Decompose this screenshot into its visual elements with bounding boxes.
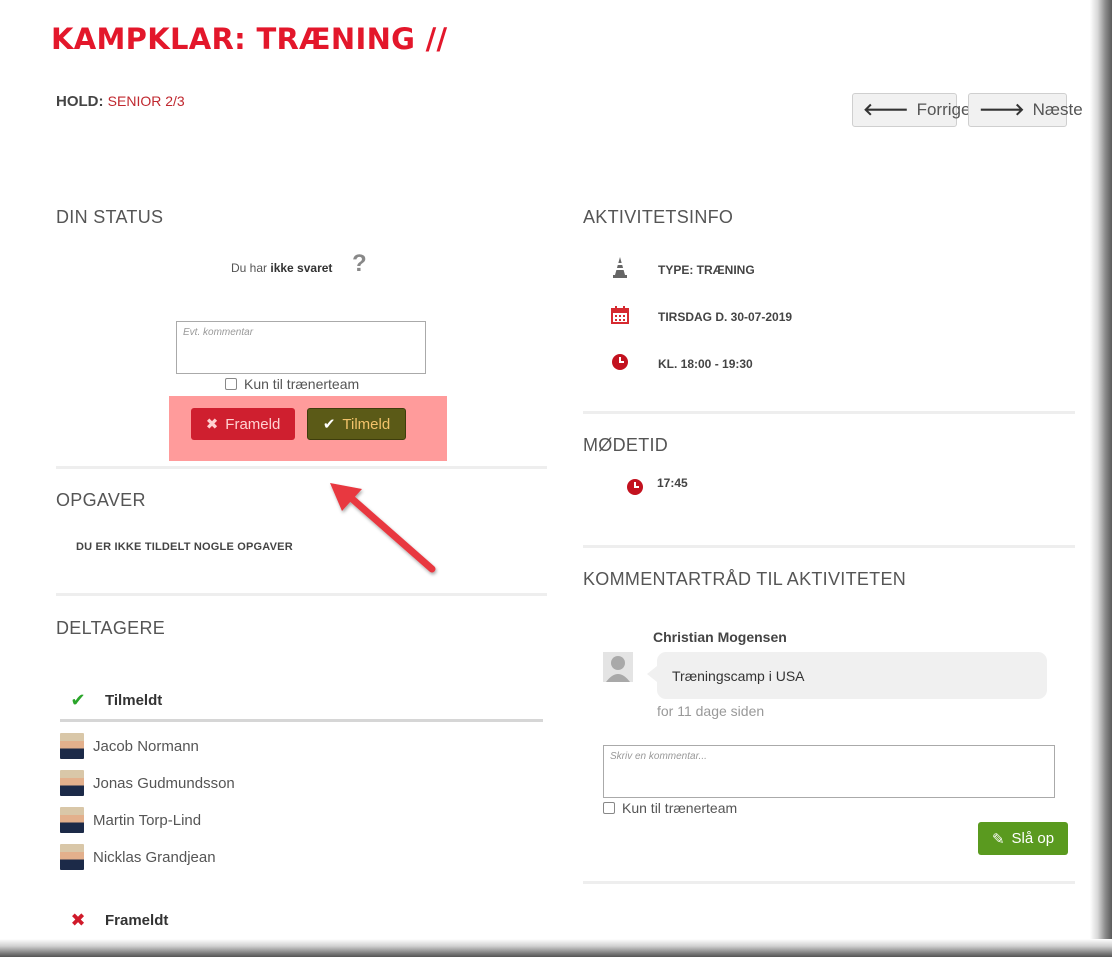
participants-heading: DELTAGERE [56,618,166,638]
avatar [60,844,84,870]
check-icon: ✔ [70,690,86,710]
list-item[interactable]: Nicklas Grandjean [60,844,216,870]
status-text-prefix: Du har [231,261,271,275]
accept-label: Tilmeld [342,415,391,433]
meeting-time: 17:45 [657,476,688,490]
team-info: HOLD: SENIOR 2/3 [56,93,185,110]
list-item[interactable]: Jacob Normann [60,733,199,759]
participant-name: Jacob Normann [93,737,199,755]
trainer-only-label: Kun til trænerteam [244,376,360,392]
group-divider [60,719,543,722]
team-value[interactable]: SENIOR 2/3 [108,93,185,109]
status-heading: DIN STATUS [56,207,164,227]
next-button[interactable]: 🡒 Næste [968,93,1083,127]
previous-label: Forrige [916,100,971,119]
divider [583,411,1075,414]
arrow-left-icon: 🡐 [863,100,909,119]
participant-name: Martin Torp-Lind [93,811,202,829]
tasks-heading: OPGAVER [56,490,146,510]
post-comment-button[interactable]: ✎ Slå op [978,822,1068,855]
accept-button[interactable]: ✔ Tilmeld [307,408,406,440]
checkmark-icon: ✔ [322,416,336,433]
next-label: Næste [1032,100,1083,119]
comment-message: Træningscamp i USA [672,667,805,684]
divider [583,545,1075,548]
avatar [60,770,84,796]
status-text: Du har ikke svaret [231,261,332,275]
accepted-group-header[interactable]: ✔ Tilmeldt [66,690,162,711]
trainer-only-checkbox[interactable] [225,378,237,390]
pencil-icon: ✎ [991,830,1005,848]
decline-button[interactable]: ✖ Frameld [191,408,295,440]
avatar [603,652,633,682]
new-comment-input[interactable]: Skriv en kommentar... [603,745,1055,798]
activity-date: TIRSDAG D. 30-07-2019 [658,310,793,324]
divider [583,881,1075,884]
window-shadow-bottom [0,939,1112,957]
comment-bubble: Træningscamp i USA [647,652,1047,699]
team-label: HOLD: [56,93,104,110]
participant-name: Nicklas Grandjean [93,848,216,866]
comment-author: Christian Mogensen [653,629,787,645]
window-shadow-right [1090,0,1112,957]
comment-trainer-only-row[interactable]: Kun til trænerteam [603,800,737,816]
clock-icon [612,354,628,370]
page-title: KAMPKLAR: TRÆNING // [51,22,448,56]
activity-time: KL. 18:00 - 19:30 [658,357,753,371]
activity-type: TYPE: TRÆNING [658,263,755,277]
tasks-text: DU ER IKKE TILDELT NOGLE OPGAVER [76,541,293,553]
cross-icon: ✖ [205,416,219,433]
comments-heading: KOMMENTARTRÅD TIL AKTIVITETEN [583,569,907,589]
trainer-only-checkbox-row[interactable]: Kun til trænerteam [225,376,359,392]
post-comment-label: Slå op [1011,830,1055,847]
participant-name: Jonas Gudmundsson [93,774,235,792]
comment-timestamp: for 11 dage siden [657,703,765,719]
avatar [60,733,84,759]
arrow-right-icon: 🡒 [979,100,1025,119]
cross-icon: ✖ [70,910,86,930]
question-icon[interactable]: ? [352,250,367,278]
status-text-bold: ikke svaret [270,261,333,275]
meeting-heading: MØDETID [583,435,669,455]
declined-group-header[interactable]: ✖ Frameldt [66,910,168,931]
accepted-group-label: Tilmeldt [105,692,163,709]
clock-icon [627,479,643,495]
divider [56,466,547,469]
list-item[interactable]: Jonas Gudmundsson [60,770,235,796]
comment-input[interactable]: Evt. kommentar [176,321,426,374]
annotation-arrow-icon [330,483,436,573]
avatar [60,807,84,833]
comment-trainer-only-checkbox[interactable] [603,802,615,814]
previous-button[interactable]: 🡐 Forrige [852,93,970,127]
user-silhouette-icon [603,652,633,682]
comment-trainer-only-label: Kun til trænerteam [622,800,738,816]
page: KAMPKLAR: TRÆNING // HOLD: SENIOR 2/3 🡐 … [0,0,1112,957]
divider [56,593,547,596]
list-item[interactable]: Martin Torp-Lind [60,807,201,833]
declined-group-label: Frameldt [105,912,169,929]
cone-icon [613,257,627,278]
calendar-icon [611,306,629,324]
activity-heading: AKTIVITETSINFO [583,207,734,227]
decline-label: Frameld [225,415,281,433]
